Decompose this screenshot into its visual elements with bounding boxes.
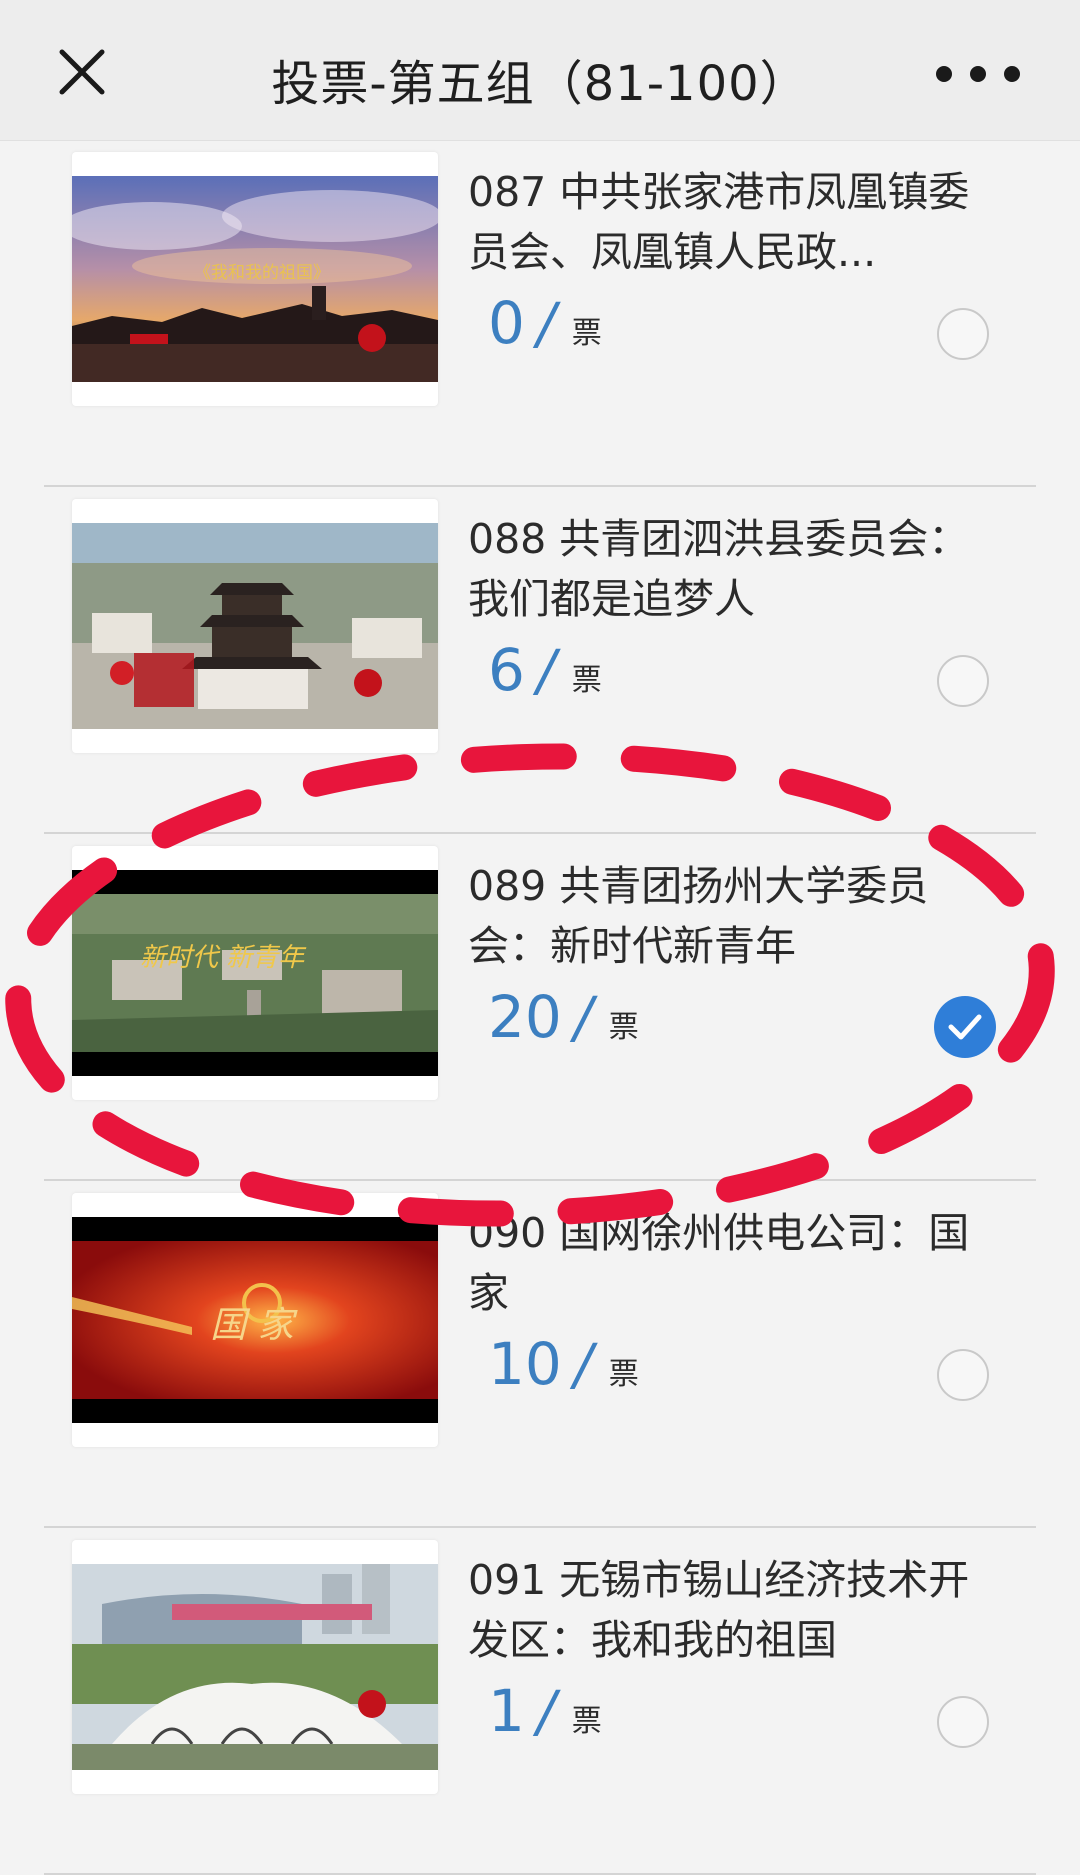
thumbnail-card[interactable]: [72, 499, 438, 753]
vote-count-group: 1 / 票: [488, 1676, 602, 1746]
item-title: 087 中共张家港市凤凰镇委员会、凤凰镇人民政...: [468, 168, 970, 276]
thumbnail-card[interactable]: 《我和我的祖国》: [72, 152, 438, 406]
page-title: 投票-第五组（81-100）: [271, 56, 809, 112]
vote-separator: /: [536, 639, 556, 704]
video-thumbnail[interactable]: [72, 1564, 438, 1770]
vote-radio[interactable]: [937, 1696, 989, 1748]
vote-separator: /: [573, 986, 593, 1051]
item-title: 090 国网徐州供电公司：国家: [468, 1209, 970, 1317]
vote-count-group: 6 / 票: [488, 635, 602, 705]
vote-list: 《我和我的祖国》 087 中共张家港市凤凰镇委员会、凤凰镇人民政... 0 / …: [44, 140, 1036, 1875]
list-item[interactable]: 088 共青团泗洪县委员会：我们都是追梦人 6 / 票: [44, 487, 1036, 834]
vote-count: 20: [488, 983, 562, 1051]
vote-count-group: 20 / 票: [488, 982, 639, 1052]
vote-radio-checked[interactable]: [934, 996, 996, 1058]
vote-radio[interactable]: [937, 655, 989, 707]
thumbnail-card[interactable]: [72, 1540, 438, 1794]
list-item[interactable]: 091 无锡市锡山经济技术开发区：我和我的祖国 1 / 票: [44, 1528, 1036, 1875]
thumbnail-caption: 《我和我的祖国》: [194, 263, 330, 283]
video-thumbnail[interactable]: [72, 523, 438, 729]
navigation-bar: 投票-第五组（81-100）: [0, 0, 1080, 141]
vote-unit: 票: [571, 663, 602, 698]
vote-count-group: 10 / 票: [488, 1329, 639, 1399]
vote-unit: 票: [571, 316, 602, 351]
thumbnail-caption: 新时代 新青年: [140, 943, 307, 973]
vote-radio[interactable]: [937, 308, 989, 360]
vote-count: 10: [488, 1330, 562, 1398]
list-item[interactable]: 《我和我的祖国》 087 中共张家港市凤凰镇委员会、凤凰镇人民政... 0 / …: [44, 140, 1036, 487]
vote-count: 6: [488, 636, 525, 704]
item-title: 088 共青团泗洪县委员会：我们都是追梦人: [468, 515, 970, 623]
video-thumbnail[interactable]: 《我和我的祖国》: [72, 176, 438, 382]
thumbnail-caption: 国 家: [210, 1305, 297, 1346]
vote-separator: /: [536, 292, 556, 357]
vote-unit: 票: [608, 1010, 639, 1045]
more-icon[interactable]: [936, 66, 1020, 84]
thumbnail-card[interactable]: 国 家: [72, 1193, 438, 1447]
thumbnail-card[interactable]: 新时代 新青年: [72, 846, 438, 1100]
list-item[interactable]: 新时代 新青年 089 共青团扬州大学委员会：新时代新青年 20 / 票: [44, 834, 1036, 1181]
video-thumbnail[interactable]: 新时代 新青年: [72, 870, 438, 1076]
vote-radio[interactable]: [937, 1349, 989, 1401]
vote-separator: /: [536, 1680, 556, 1745]
vote-unit: 票: [571, 1704, 602, 1739]
item-title: 089 共青团扬州大学委员会：新时代新青年: [468, 862, 929, 970]
video-thumbnail[interactable]: 国 家: [72, 1217, 438, 1423]
item-title: 091 无锡市锡山经济技术开发区：我和我的祖国: [468, 1556, 970, 1664]
vote-separator: /: [573, 1333, 593, 1398]
list-item[interactable]: 国 家 090 国网徐州供电公司：国家 10 / 票: [44, 1181, 1036, 1528]
vote-count: 0: [488, 289, 525, 357]
vote-unit: 票: [608, 1357, 639, 1392]
checkmark-icon: [948, 1014, 982, 1040]
vote-count-group: 0 / 票: [488, 288, 602, 358]
vote-count: 1: [488, 1677, 525, 1745]
